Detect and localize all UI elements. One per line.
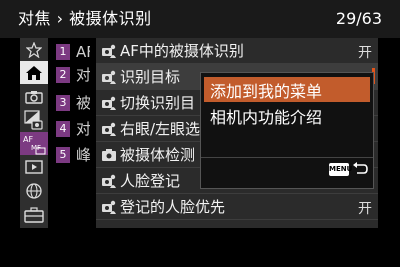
subtab-peek: 对 xyxy=(76,120,90,138)
return-icon[interactable] xyxy=(352,161,368,177)
subtab-5[interactable]: 5 峰 xyxy=(56,144,96,165)
camera-icon xyxy=(98,142,120,167)
subtab-peek: 峰 xyxy=(76,146,90,164)
camera-person-icon xyxy=(98,64,120,89)
menu-header: 对焦 › 被摄体识别 29/63 xyxy=(0,0,400,38)
menu-item-label: 识别目标 xyxy=(120,68,181,86)
tab-setup[interactable] xyxy=(20,203,48,226)
popup-item-label: 添加到我的菜单 xyxy=(210,81,323,101)
subtab-number: 1 xyxy=(56,43,70,60)
playback-icon xyxy=(25,159,43,174)
tab-network[interactable] xyxy=(20,179,48,202)
subtab-4[interactable]: 4 对 xyxy=(56,118,96,139)
menu-item-label: 被摄体检测 xyxy=(120,146,196,164)
subtab-number: 2 xyxy=(56,66,70,83)
tab-camera[interactable] xyxy=(20,85,48,108)
menu-item-label: AF中的被摄体识别 xyxy=(120,42,244,60)
menu-item-label: 人脸登记 xyxy=(120,172,181,190)
tab-playback[interactable] xyxy=(20,155,48,178)
toolbox-icon xyxy=(24,206,44,223)
menu-item-af-subject-recognition[interactable]: AF中的被摄体识别 开 xyxy=(96,38,378,64)
subtab-peek: AF xyxy=(76,42,90,61)
menu-key-icon[interactable]: MENU xyxy=(329,163,352,176)
network-icon xyxy=(26,182,42,199)
popup-item-label: 相机内功能介绍 xyxy=(210,107,323,127)
af-mf-icon: AFMF xyxy=(23,135,46,154)
camera-person-icon xyxy=(98,116,120,141)
subtab-3[interactable]: 3 被 xyxy=(56,92,96,113)
exposure-icon xyxy=(24,109,43,130)
camera-person-icon xyxy=(98,194,120,219)
subtab-number: 5 xyxy=(56,146,70,163)
popup-item-add-to-my-menu[interactable]: 添加到我的菜单 xyxy=(204,77,370,102)
tab-af-mf[interactable]: AF MF xyxy=(20,132,48,155)
subtab-number: 4 xyxy=(56,120,70,137)
menu-item-value: 开 xyxy=(358,201,372,217)
subtab-number: 3 xyxy=(56,94,70,111)
menu-item-label: 右眼/左眼选 xyxy=(120,120,201,138)
svg-text:AF: AF xyxy=(23,135,33,144)
star-icon xyxy=(26,41,42,58)
page-counter: 29/63 xyxy=(335,9,382,28)
tab-favorites[interactable] xyxy=(20,38,48,61)
menu-item-value: 开 xyxy=(358,45,372,61)
camera-person-icon xyxy=(98,38,120,63)
camera-menu-screen: 对焦 › 被摄体识别 29/63 AF MF 1 A 2 对 3 被 4 对 5… xyxy=(0,0,400,267)
popup-item-in-camera-guide[interactable]: 相机内功能介绍 xyxy=(204,103,370,128)
camera-person-icon xyxy=(98,90,120,115)
subtab-column: 1 AF 2 对 3 被 4 对 5 峰 xyxy=(48,38,96,228)
subtab-peek: 对 xyxy=(76,66,90,84)
camera-mode-icon xyxy=(26,65,42,80)
breadcrumb: 对焦 › 被摄体识别 xyxy=(18,9,152,28)
menu-item-label: 登记的人脸优先 xyxy=(120,198,226,216)
context-popup: 添加到我的菜单 相机内功能介绍 MENU xyxy=(200,72,374,189)
menu-item-label: 切换识别目 xyxy=(120,94,196,112)
menu-item-registered-face-priority[interactable]: 登记的人脸优先 开 xyxy=(96,194,378,220)
tab-shooting[interactable] xyxy=(20,61,48,84)
tab-exposure[interactable] xyxy=(20,108,48,131)
subtab-peek: 被 xyxy=(76,94,90,112)
subtab-2[interactable]: 2 对 xyxy=(56,64,96,85)
main-tab-column: AF MF xyxy=(20,38,48,228)
camera-person-icon xyxy=(98,168,120,193)
camera-icon xyxy=(25,90,43,104)
subtab-1[interactable]: 1 AF xyxy=(56,41,96,62)
